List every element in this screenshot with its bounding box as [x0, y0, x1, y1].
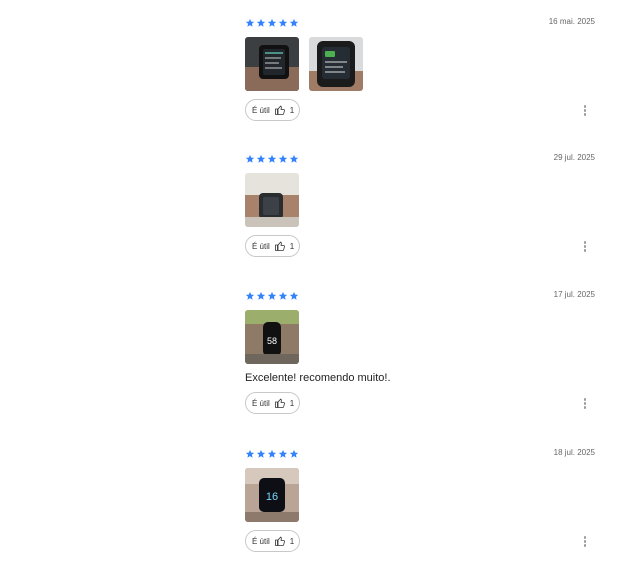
review-actions: É útil 1 [245, 99, 595, 123]
star-rating [245, 290, 595, 302]
star-icon [289, 18, 299, 27]
thumbs-up-icon [274, 397, 286, 409]
more-options-icon[interactable] [583, 536, 587, 548]
more-options-icon[interactable] [583, 105, 587, 117]
svg-text:58: 58 [267, 336, 277, 346]
review-photo[interactable] [309, 37, 363, 91]
star-icon [267, 291, 277, 300]
star-rating [245, 448, 595, 460]
review-date: 16 mai. 2025 [548, 17, 595, 26]
svg-text:16: 16 [266, 491, 278, 503]
review-date: 17 jul. 2025 [553, 290, 595, 299]
review-actions: É útil 1 [245, 235, 595, 259]
helpful-label: É útil [252, 536, 270, 546]
thumbs-up-icon [274, 104, 286, 116]
helpful-button[interactable]: É útil 1 [245, 392, 301, 414]
helpful-button[interactable]: É útil 1 [245, 235, 301, 257]
star-icon [267, 18, 277, 27]
star-icon [278, 449, 288, 458]
review-actions: É útil 1 [245, 392, 595, 416]
thumbs-up-icon [274, 535, 286, 547]
helpful-count: 1 [289, 241, 295, 251]
helpful-label: É útil [252, 105, 270, 115]
review-item: 16 mai. 2025 É útil 1 [245, 17, 595, 123]
review-item: 17 jul. 2025 58 Excelente! recomendo mui… [245, 290, 595, 416]
star-icon [278, 291, 288, 300]
star-icon [245, 291, 255, 300]
star-icon [245, 154, 255, 163]
star-icon [245, 449, 255, 458]
star-icon [278, 18, 288, 27]
star-rating [245, 17, 595, 29]
review-photos [245, 37, 595, 91]
review-photo[interactable] [245, 37, 299, 91]
helpful-label: É útil [252, 241, 270, 251]
review-photos: 16 [245, 468, 595, 522]
review-photos [245, 173, 595, 227]
star-icon [245, 18, 255, 27]
star-icon [256, 291, 266, 300]
review-date: 29 jul. 2025 [553, 153, 595, 162]
star-icon [256, 449, 266, 458]
star-icon [289, 154, 299, 163]
helpful-count: 1 [289, 536, 295, 546]
review-item: 29 jul. 2025 É útil 1 [245, 153, 595, 259]
review-item: 18 jul. 2025 16 É útil 1 [245, 448, 595, 554]
star-icon [278, 154, 288, 163]
helpful-count: 1 [289, 105, 295, 115]
helpful-button[interactable]: É útil 1 [245, 99, 301, 121]
star-icon [289, 449, 299, 458]
review-actions: É útil 1 [245, 530, 595, 554]
star-icon [289, 291, 299, 300]
review-photos: 58 [245, 310, 595, 364]
star-icon [267, 449, 277, 458]
star-icon [267, 154, 277, 163]
review-photo[interactable]: 16 [245, 468, 299, 522]
star-rating [245, 153, 595, 165]
helpful-count: 1 [289, 398, 295, 408]
star-icon [256, 154, 266, 163]
review-date: 18 jul. 2025 [553, 448, 595, 457]
review-photo[interactable]: 58 [245, 310, 299, 364]
more-options-icon[interactable] [583, 241, 587, 253]
helpful-button[interactable]: É útil 1 [245, 530, 301, 552]
thumbs-up-icon [274, 240, 286, 252]
star-icon [256, 18, 266, 27]
more-options-icon[interactable] [583, 398, 587, 410]
review-photo[interactable] [245, 173, 299, 227]
review-text: Excelente! recomendo muito!. [245, 372, 391, 384]
helpful-label: É útil [252, 398, 270, 408]
